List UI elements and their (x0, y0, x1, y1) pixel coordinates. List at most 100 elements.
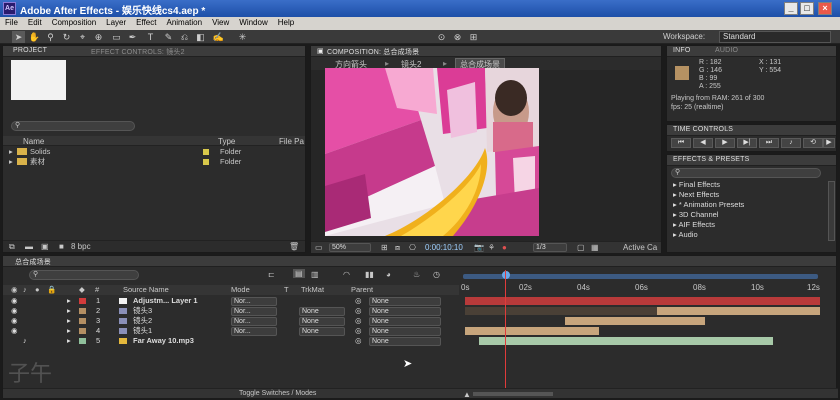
column-filepath[interactable]: File Pa (279, 137, 304, 146)
brainstorm-icon[interactable]: ♨ (413, 270, 420, 279)
camera-snapshot-icon[interactable]: 📷 (474, 243, 484, 252)
channel-icon[interactable]: ● (502, 243, 507, 252)
column-name[interactable]: Name (23, 137, 44, 146)
transparency-grid-icon[interactable]: ▦ (591, 243, 599, 252)
menu-file[interactable]: File (0, 17, 23, 27)
pickwhip-icon[interactable]: ◎ (355, 316, 362, 326)
label-column-icon[interactable]: ◆ (79, 285, 85, 294)
layer-duration-bar[interactable] (465, 327, 599, 335)
work-area-handle[interactable] (502, 271, 510, 279)
lock-icon[interactable]: ▣ (317, 47, 324, 55)
interpret-footage-icon[interactable]: ⧉ (9, 242, 15, 252)
tab-audio[interactable]: AUDIO (715, 47, 738, 54)
delete-icon[interactable]: 🗑 (289, 242, 299, 251)
play-icon[interactable]: ▶ (715, 138, 735, 148)
auto-keyframe-icon[interactable]: ◷ (433, 270, 440, 279)
next-frame-icon[interactable]: ▶| (737, 138, 757, 148)
expand-arrow-icon[interactable]: ▸ (67, 326, 71, 336)
layer-duration-bar[interactable] (465, 297, 820, 305)
time-ruler[interactable]: 0s 02s 04s 06s 08s 10s 12s (461, 270, 821, 297)
label-color-icon[interactable] (79, 298, 86, 304)
effects-item[interactable]: ▸ Final Effects (673, 180, 720, 189)
expand-arrow-icon[interactable]: ▸ (67, 306, 71, 316)
pickwhip-icon[interactable]: ◎ (355, 296, 362, 306)
parent-dropdown[interactable]: None (369, 317, 441, 326)
clone-stamp-tool-icon[interactable]: ⎌ (178, 31, 191, 43)
menu-view[interactable]: View (207, 17, 234, 27)
layer-mode-dropdown[interactable]: Nor... (231, 297, 277, 306)
trkmat-dropdown[interactable]: None (299, 317, 345, 326)
column-t[interactable]: T (284, 285, 289, 294)
layer-name[interactable]: 镜头1 (133, 326, 152, 336)
expand-arrow-icon[interactable]: ▸ (9, 147, 13, 157)
effects-search-input[interactable]: ⚲ (671, 168, 821, 178)
timeline-layer-row[interactable]: ♪ ▸ 5 Far Away 10.mp3 ◎ None (3, 336, 459, 346)
selection-tool-icon[interactable]: ➤ (12, 31, 25, 43)
effects-item[interactable]: ▸ Next Effects (673, 190, 719, 199)
column-mode[interactable]: Mode (231, 285, 250, 294)
tab-effect-controls[interactable]: EFFECT CONTROLS: 镜头2 (91, 47, 185, 57)
eye-icon[interactable]: ◉ (11, 326, 18, 336)
effects-item[interactable]: ▸ 3D Channel (673, 210, 718, 219)
zoom-dropdown[interactable]: 50% (329, 243, 371, 252)
previous-frame-icon[interactable]: ◀ (693, 138, 713, 148)
layer-mode-dropdown[interactable]: Nor... (231, 317, 277, 326)
pickwhip-icon[interactable]: ◎ (355, 306, 362, 316)
parent-dropdown[interactable]: None (369, 297, 441, 306)
label-color-icon[interactable] (79, 318, 86, 324)
rectangle-tool-icon[interactable]: ▭ (110, 31, 123, 43)
toggle-switches-modes-button[interactable]: Toggle Switches / Modes (239, 390, 316, 397)
menu-layer[interactable]: Layer (101, 17, 131, 27)
effects-item[interactable]: ▸ AIF Effects (673, 220, 715, 229)
shy-layers-icon[interactable]: ◠ (343, 270, 350, 279)
loop-icon[interactable]: ⟲ (803, 138, 823, 148)
tab-info[interactable]: INFO (673, 47, 691, 54)
timeline-layer-row[interactable]: ◉ ▸ 1 Adjustm... Layer 1 Nor... ◎ None (3, 296, 459, 306)
rotate-tool-icon[interactable]: ↻ (60, 31, 73, 43)
text-tool-icon[interactable]: T (144, 31, 157, 43)
zoom-tool-icon[interactable]: ⚲ (44, 31, 57, 43)
comp-mini-flowchart-icon[interactable]: ⊏ (268, 270, 275, 279)
audio-icon[interactable]: ♪ (781, 138, 801, 148)
pickwhip-icon[interactable]: ◎ (355, 336, 362, 346)
current-time-display[interactable]: 0:00:10:10 (425, 243, 463, 252)
project-item-sucai[interactable]: ▸ 素材 Folder (3, 157, 305, 167)
new-composition-icon[interactable]: ▣ (41, 242, 49, 251)
menu-edit[interactable]: Edit (23, 17, 47, 27)
eye-icon[interactable]: ◉ (11, 296, 18, 306)
first-frame-icon[interactable]: ⏮ (671, 138, 691, 148)
draft-3d-icon[interactable]: ▥ (311, 270, 319, 279)
frame-blending-icon[interactable]: ▮▮ (365, 270, 374, 279)
speaker-icon[interactable]: ♪ (23, 336, 27, 346)
zoom-out-icon[interactable]: ▲ (463, 390, 471, 399)
tab-composition[interactable]: COMPOSITION: 总合成场景 (327, 47, 419, 57)
audio-toggle-icon[interactable]: ♪ (23, 285, 27, 294)
parent-dropdown[interactable]: None (369, 327, 441, 336)
close-icon[interactable]: × (818, 2, 832, 15)
effects-scrollbar[interactable] (828, 181, 835, 241)
solo-toggle-icon[interactable]: ● (35, 285, 40, 294)
column-number[interactable]: # (95, 285, 99, 294)
workspace-dropdown[interactable]: Standard (719, 31, 831, 43)
view-axis-mode-icon[interactable]: ⊞ (467, 31, 480, 43)
expand-arrow-icon[interactable]: ▸ (9, 157, 13, 167)
column-source-name[interactable]: Source Name (123, 285, 169, 294)
always-preview-icon[interactable]: ▭ (315, 243, 323, 252)
hand-tool-icon[interactable]: ✋ (28, 31, 41, 43)
lock-toggle-icon[interactable]: 🔒 (47, 285, 56, 294)
parent-dropdown[interactable]: None (369, 337, 441, 346)
maximize-icon[interactable]: □ (800, 2, 814, 15)
label-color-icon[interactable] (79, 338, 86, 344)
eraser-tool-icon[interactable]: ◧ (194, 31, 207, 43)
effects-item[interactable]: ▸ * Animation Presets (673, 200, 744, 209)
motion-blur-icon[interactable]: ◕ (386, 270, 391, 279)
camera-view-dropdown[interactable]: Active Ca (623, 243, 657, 252)
show-snapshot-icon[interactable]: ⚘ (488, 243, 495, 252)
mask-visibility-icon[interactable]: ⧈ (395, 243, 400, 253)
roto-brush-tool-icon[interactable]: ✍ (212, 31, 225, 43)
layer-mode-dropdown[interactable]: Nor... (231, 307, 277, 316)
puppet-pin-tool-icon[interactable]: ✳ (236, 31, 249, 43)
parent-dropdown[interactable]: None (369, 307, 441, 316)
safe-margins-icon[interactable]: ⊞ (381, 243, 388, 252)
video-toggle-icon[interactable]: ◉ (11, 285, 18, 294)
